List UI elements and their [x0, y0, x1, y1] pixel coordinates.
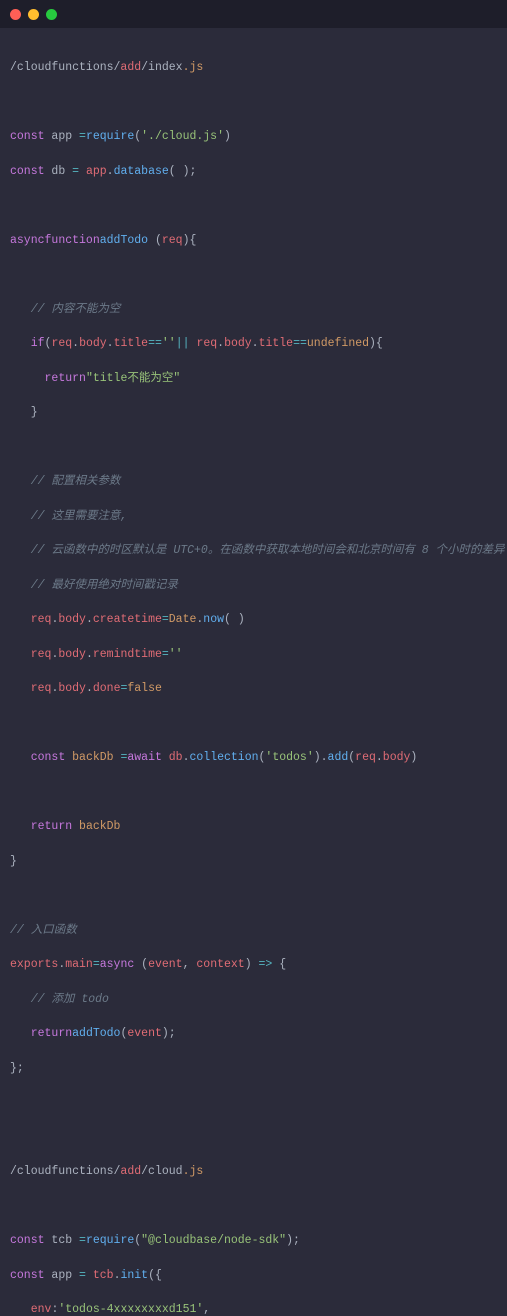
maximize-icon[interactable]	[46, 9, 57, 20]
minimize-icon[interactable]	[28, 9, 39, 20]
editor-window: /cloudfunctions/add/index.js const app =…	[0, 0, 507, 658]
path-text: /cloudfunctions/	[10, 61, 120, 74]
close-icon[interactable]	[10, 9, 21, 20]
window-titlebar	[0, 0, 507, 28]
code-editor[interactable]: /cloudfunctions/add/index.js const app =…	[0, 28, 507, 1316]
